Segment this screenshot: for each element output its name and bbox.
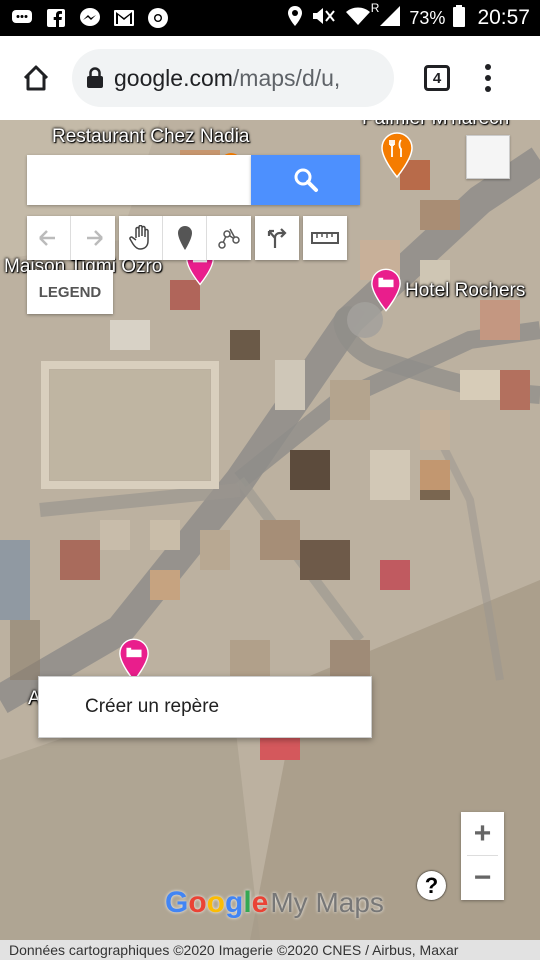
undo-button[interactable] <box>27 216 71 260</box>
battery-percent: 73% <box>409 7 446 28</box>
search-icon <box>294 168 318 192</box>
lock-icon <box>87 67 103 88</box>
hotel-pin-icon[interactable] <box>370 268 402 312</box>
tab-switcher-button[interactable]: 4 <box>424 65 450 91</box>
location-icon <box>287 5 303 32</box>
redo-icon <box>87 230 103 246</box>
place-label[interactable]: Hotel Rochers <box>405 280 525 302</box>
facebook-icon <box>44 8 68 28</box>
help-button[interactable]: ? <box>417 871 446 900</box>
pan-tool-button[interactable] <box>119 216 163 260</box>
signal-icon <box>379 5 401 32</box>
measure-button[interactable] <box>303 216 347 260</box>
google-my-maps-logo: GoogleMy Maps <box>165 886 384 920</box>
ruler-icon <box>311 232 339 244</box>
home-button[interactable] <box>16 58 56 98</box>
create-marker-menu-item[interactable]: Créer un repère <box>85 696 219 718</box>
place-label[interactable]: Palmier M'harech <box>362 120 509 130</box>
restaurant-pin-icon[interactable] <box>380 132 414 178</box>
clock: 20:57 <box>477 6 530 29</box>
logo-letter: o <box>188 886 207 919</box>
map-attribution: Données cartographiques ©2020 Imagerie ©… <box>0 940 540 960</box>
draw-line-button[interactable] <box>207 216 251 260</box>
logo-letter: o <box>206 886 225 919</box>
context-menu: Créer un repère <box>38 676 372 738</box>
measure-tools <box>303 216 347 260</box>
address-bar[interactable]: google.com/maps/d/u, <box>72 49 394 107</box>
menu-dot-icon <box>485 75 491 81</box>
zoom-in-button[interactable]: + <box>461 812 504 855</box>
undo-icon <box>38 230 55 246</box>
menu-dot-icon <box>485 64 491 70</box>
add-marker-button[interactable] <box>163 216 207 260</box>
zoom-out-button[interactable]: − <box>461 856 504 899</box>
map-checkbox[interactable] <box>466 135 510 179</box>
url-text: google.com/maps/d/u, <box>114 65 340 92</box>
mute-icon <box>311 5 337 32</box>
zoom-out-icon: − <box>473 860 492 894</box>
logo-letter: l <box>243 886 252 919</box>
wifi-icon: R <box>345 1 379 32</box>
legend-button[interactable]: LEGEND <box>27 270 113 314</box>
chrome-icon <box>146 8 170 28</box>
home-icon <box>23 65 49 91</box>
logo-letter: G <box>165 886 189 919</box>
marker-icon <box>177 226 192 250</box>
directions-button[interactable] <box>255 216 299 260</box>
directions-icon <box>267 228 287 248</box>
browser-toolbar: google.com/maps/d/u, 4 <box>0 36 540 120</box>
hand-icon <box>128 225 149 250</box>
directions-tools <box>255 216 299 260</box>
legend-label: LEGEND <box>38 283 102 301</box>
edit-tools <box>119 216 251 260</box>
url-host: google.com <box>114 64 233 91</box>
logo-product-name: My Maps <box>270 887 384 918</box>
message-icon <box>10 8 34 28</box>
network-type-label: R <box>370 0 380 15</box>
logo-letter: e <box>251 886 269 919</box>
zoom-in-icon: + <box>473 816 492 850</box>
battery-icon <box>453 4 466 32</box>
help-icon: ? <box>424 872 439 898</box>
gmail-icon <box>112 8 136 28</box>
messenger-icon <box>78 8 102 28</box>
status-bar: R 73% 20:57 <box>0 0 540 36</box>
map-toolbar <box>27 216 351 260</box>
history-tools <box>27 216 115 260</box>
search-button[interactable] <box>251 155 360 205</box>
zoom-control: + − <box>461 812 504 900</box>
menu-dot-icon <box>485 86 491 92</box>
polyline-icon <box>218 228 240 249</box>
url-path: /maps/d/u, <box>232 64 341 91</box>
search-input[interactable] <box>27 155 251 205</box>
place-label[interactable]: Restaurant Chez Nadia <box>52 126 250 148</box>
logo-letter: g <box>225 886 244 919</box>
map-canvas[interactable]: Restaurant Chez Nadia Palmier M'harech M… <box>0 120 540 940</box>
browser-menu-button[interactable] <box>484 64 492 92</box>
tab-count: 4 <box>432 69 442 87</box>
redo-button[interactable] <box>71 216 115 260</box>
